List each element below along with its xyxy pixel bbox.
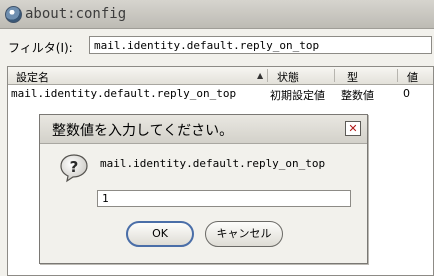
integer-input-dialog: 整数値を入力してください。 ✕ ? mail.identity.default.… (39, 114, 368, 264)
row-type: 整数値 (341, 89, 374, 102)
column-divider[interactable] (397, 69, 398, 82)
dialog-message: mail.identity.default.reply_on_top (100, 157, 326, 170)
question-icon: ? (60, 154, 88, 183)
row-name: mail.identity.default.reply_on_top (11, 87, 237, 100)
close-icon[interactable]: ✕ (345, 121, 361, 136)
window-title: about:config (25, 6, 127, 22)
cancel-button[interactable]: キャンセル (205, 221, 283, 247)
column-header-name[interactable]: 設定名 (16, 69, 49, 85)
list-header: 設定名 ▲ 状態 型 値 (8, 67, 433, 85)
row-status: 初期設定値 (270, 89, 325, 102)
firefox-icon (5, 6, 22, 23)
column-header-value[interactable]: 値 (407, 69, 418, 85)
dialog-titlebar: 整数値を入力してください。 ✕ (40, 115, 367, 144)
sort-ascending-icon: ▲ (257, 71, 264, 80)
table-row[interactable]: mail.identity.default.reply_on_top 初期設定値… (8, 85, 433, 102)
svg-text:?: ? (70, 158, 79, 176)
column-header-type[interactable]: 型 (347, 69, 358, 85)
column-header-status[interactable]: 状態 (277, 69, 299, 85)
filter-label: フィルタ(I): (8, 41, 73, 55)
column-divider[interactable] (334, 69, 335, 82)
filter-input[interactable]: mail.identity.default.reply_on_top (89, 36, 432, 54)
value-input[interactable]: 1 (97, 190, 351, 207)
window-titlebar: about:config (0, 0, 434, 29)
column-divider[interactable] (267, 69, 268, 82)
ok-button[interactable]: OK (126, 221, 194, 247)
row-value: 0 (403, 87, 410, 100)
dialog-title: 整数値を入力してください。 (52, 123, 234, 139)
